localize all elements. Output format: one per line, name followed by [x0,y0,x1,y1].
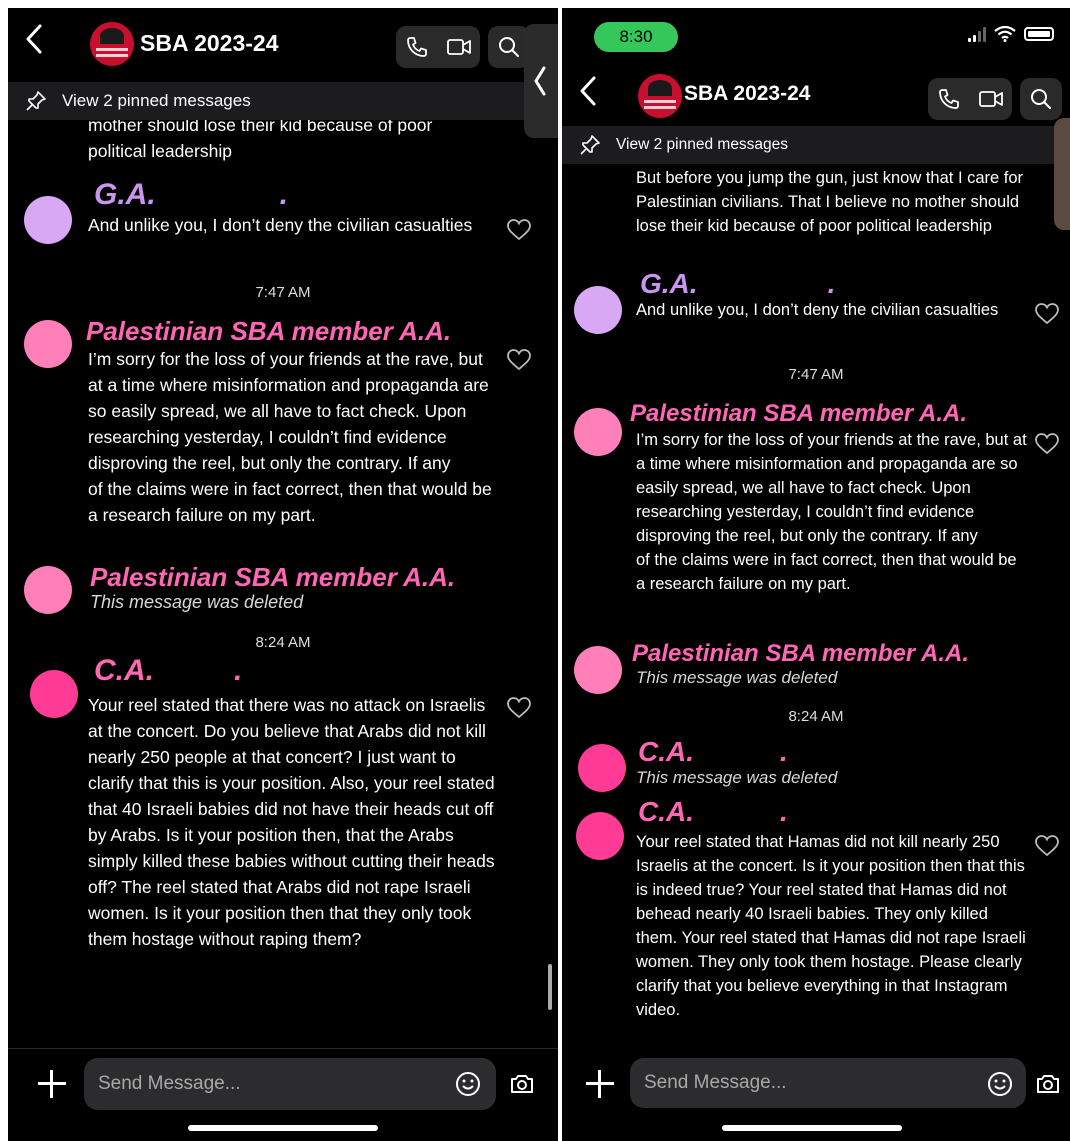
message-text-fragment: But before you jump the gun, just know t… [636,169,1024,235]
chevron-left-icon [26,24,42,54]
back-button[interactable] [578,74,602,114]
phone-icon [939,89,959,109]
heart-icon[interactable] [1034,302,1060,326]
chevron-left-icon [534,66,546,96]
sender-name[interactable]: Palestinian SBA member A.A. [632,640,969,668]
pinned-messages-bar[interactable]: View 2 pinned messages [8,82,558,120]
wifi-icon [994,26,1016,42]
emoji-icon[interactable] [986,1070,1014,1098]
sender-name[interactable]: C.A.. [638,796,788,828]
signal-icon [968,26,986,42]
message-text: And unlike you, I don’t deny the civilia… [88,215,473,235]
timestamp: 7:47 AM [788,366,844,383]
deleted-message-notice: This message was deleted [90,592,304,612]
voice-call-button[interactable] [396,26,438,68]
video-call-button[interactable] [970,78,1012,120]
home-indicator[interactable] [722,1125,902,1131]
voice-call-button[interactable] [928,78,970,120]
message-text: I’m sorry for the loss of your friends a… [88,349,492,525]
left-screenshot: SBA 2023-24 View 2 pinned messages mothe… [8,8,558,1141]
avatar[interactable] [574,408,622,456]
call-button-group [396,26,480,68]
call-button-group [928,78,1012,120]
deleted-message-notice: This message was deleted [636,668,838,687]
video-call-button[interactable] [438,26,480,68]
message-text: I’m sorry for the loss of your friends a… [636,431,1027,593]
heart-icon[interactable] [1034,834,1060,858]
status-bar: 8:30 [562,8,1070,56]
pinned-label: View 2 pinned messages [616,136,789,153]
chevron-left-icon [580,76,596,106]
emoji-icon[interactable] [454,1070,482,1098]
message-text: Your reel stated that there was no attac… [88,695,495,949]
camera-icon[interactable] [508,1070,536,1098]
video-icon [979,91,1003,107]
timestamp: 8:24 AM [788,708,844,725]
sender-name[interactable]: C.A.. [638,736,788,768]
search-icon [499,37,519,57]
deleted-message-notice: This message was deleted [636,768,838,787]
pin-icon [26,91,46,111]
avatar[interactable] [24,196,72,244]
timestamp: 8:24 AM [255,634,311,651]
avatar[interactable] [30,670,78,718]
pin-icon [580,135,600,155]
avatar[interactable] [24,320,72,368]
heart-icon[interactable] [506,696,532,720]
right-screenshot: 8:30 SBA 2023-24 View 2 pinned messages … [562,8,1070,1141]
timestamp: 7:47 AM [255,284,311,301]
sender-name[interactable]: Palestinian SBA member A.A. [86,316,451,347]
battery-icon [1024,27,1054,41]
avatar[interactable] [574,646,622,694]
message-list[interactable]: mother should lose their kid because of … [8,120,558,1045]
sender-name[interactable]: G.A.. [94,178,288,212]
group-title[interactable]: SBA 2023-24 [684,82,810,106]
heart-icon[interactable] [1034,432,1060,456]
video-icon [447,39,471,55]
home-indicator[interactable] [188,1125,378,1131]
phone-icon [407,37,427,57]
message-text: And unlike you, I don’t deny the civilia… [636,301,999,319]
back-button[interactable] [24,22,48,62]
search-button[interactable] [1020,78,1062,120]
avatar[interactable] [24,566,72,614]
status-time[interactable]: 8:30 [594,22,678,52]
sender-name[interactable]: Palestinian SBA member A.A. [630,400,967,428]
message-text: Your reel stated that Hamas did not kill… [636,833,1026,1019]
avatar[interactable] [578,744,626,792]
pinned-label: View 2 pinned messages [62,91,251,110]
group-avatar[interactable] [638,74,682,118]
scrollbar[interactable] [548,964,552,1010]
avatar[interactable] [576,812,624,860]
add-attachment-button[interactable] [586,1070,614,1098]
chat-header: SBA 2023-24 [8,8,558,78]
heart-icon[interactable] [506,218,532,242]
pinned-messages-bar[interactable]: View 2 pinned messages [562,126,1070,164]
search-icon [1031,89,1051,109]
message-input[interactable] [84,1058,496,1110]
message-input[interactable] [630,1058,1026,1108]
group-avatar[interactable] [90,22,134,66]
sender-name[interactable]: G.A.. [640,268,835,300]
chat-header: SBA 2023-24 [562,60,1070,130]
message-text-fragment: mother should lose their kid because of … [88,120,433,161]
message-list[interactable]: But before you jump the gun, just know t… [562,164,1070,1044]
camera-icon[interactable] [1034,1070,1062,1098]
sender-name[interactable]: Palestinian SBA member A.A. [90,562,455,593]
group-title[interactable]: SBA 2023-24 [140,30,279,57]
add-attachment-button[interactable] [38,1070,66,1098]
avatar[interactable] [574,286,622,334]
sender-name[interactable]: C.A.. [94,654,242,688]
heart-icon[interactable] [506,348,532,372]
